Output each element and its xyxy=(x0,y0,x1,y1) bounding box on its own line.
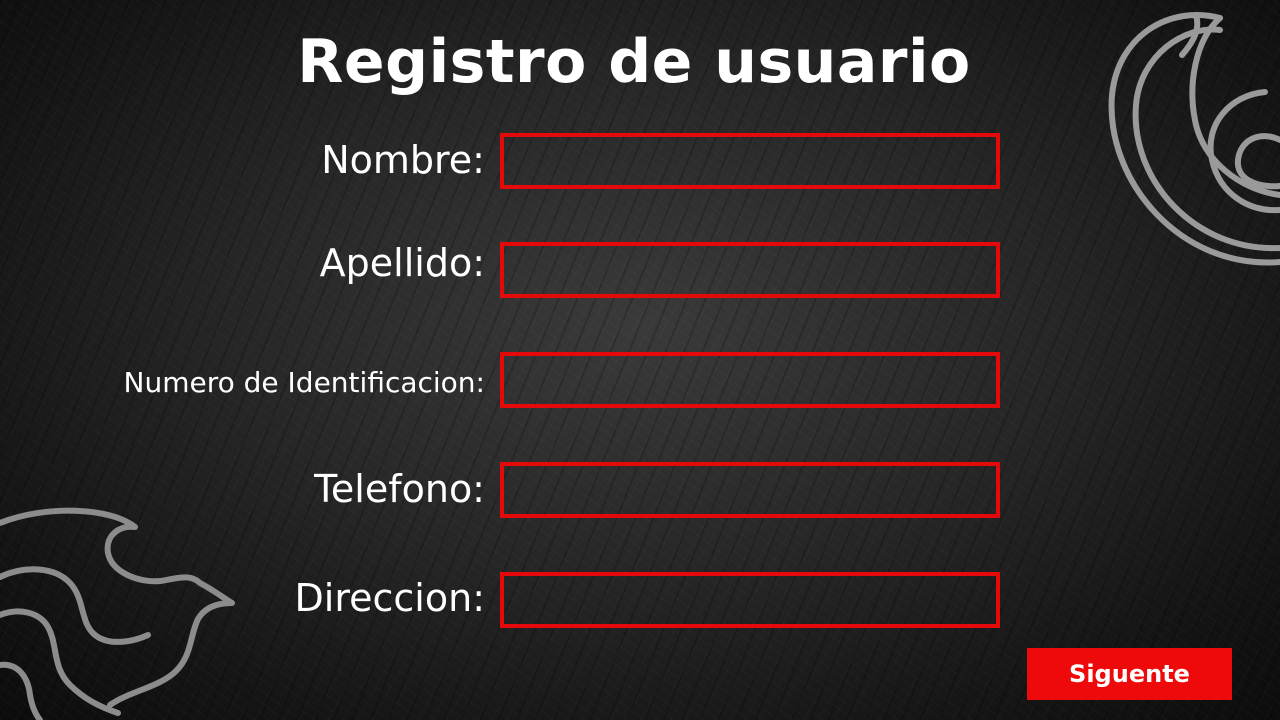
name-label: Nombre: xyxy=(321,138,485,182)
phone-field[interactable] xyxy=(500,462,1000,518)
id-number-label: Numero de Identificacion: xyxy=(123,366,485,399)
address-label: Direccion: xyxy=(294,576,485,620)
last-name-field[interactable] xyxy=(500,242,1000,298)
name-field[interactable] xyxy=(500,133,1000,189)
page-title: Registro de usuario xyxy=(297,27,971,97)
address-field[interactable] xyxy=(500,572,1000,628)
phone-label: Telefono: xyxy=(314,467,485,511)
id-number-field[interactable] xyxy=(500,352,1000,408)
last-name-label: Apellido: xyxy=(319,241,485,285)
next-button[interactable]: Siguente xyxy=(1027,648,1232,700)
